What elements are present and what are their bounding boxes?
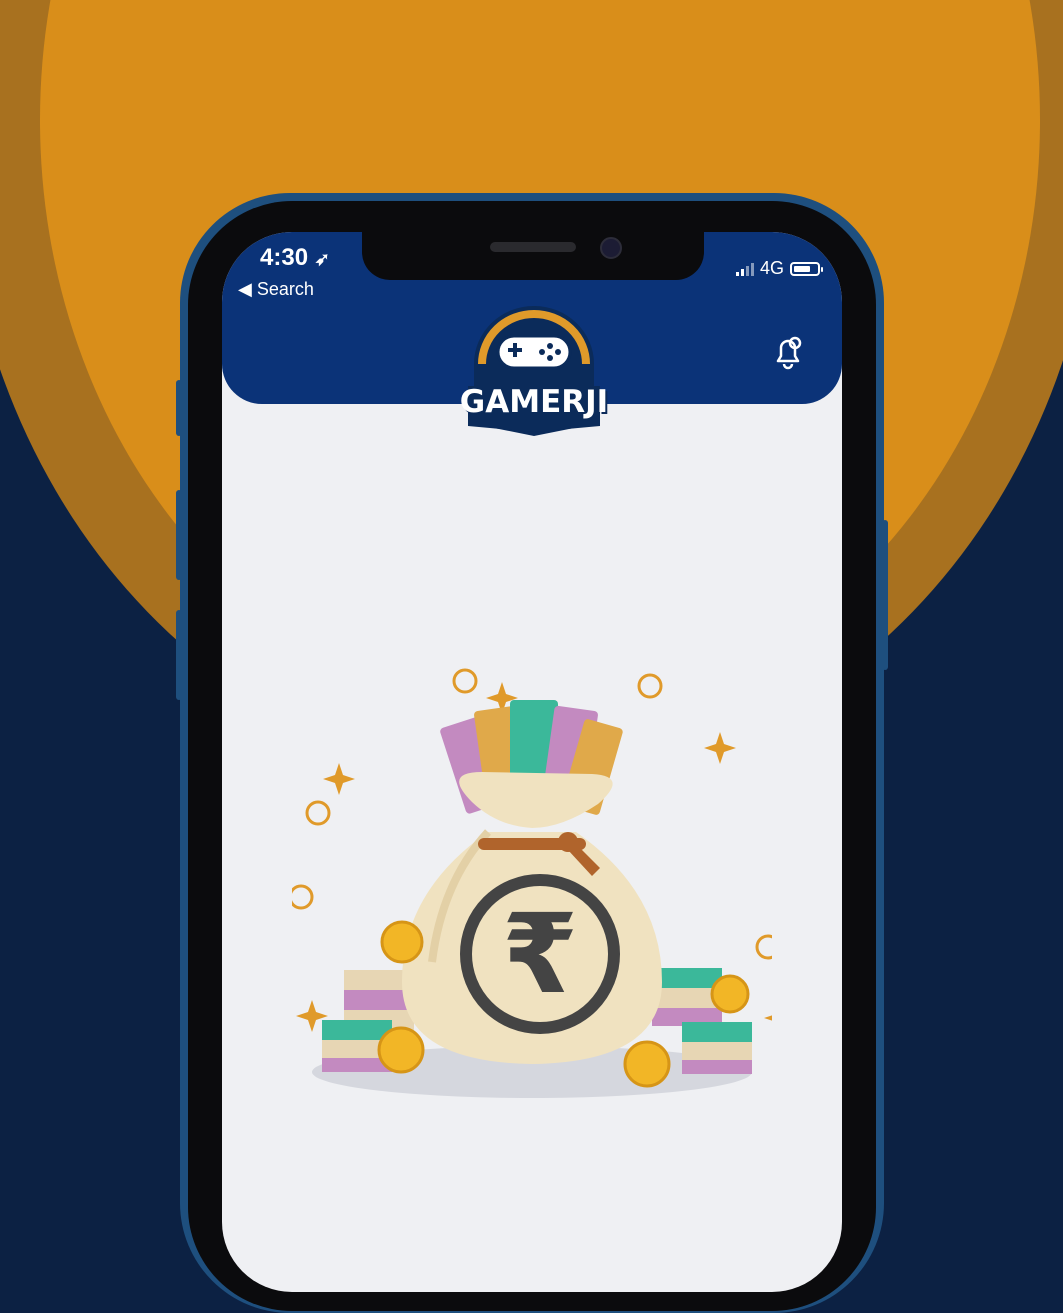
- bell-icon[interactable]: [768, 332, 808, 372]
- rupee-symbol: ₹: [502, 890, 579, 1018]
- network-label: 4G: [759, 258, 784, 278]
- app-screen: 4:30 ➶ ◀ Search 4G GAMERJI ₹: [222, 232, 842, 1292]
- status-indicators: 4G: [735, 258, 823, 279]
- phone-notch: [362, 232, 704, 280]
- location-arrow-icon: ➶: [314, 249, 330, 269]
- front-camera: [600, 237, 622, 259]
- battery-icon: [790, 261, 823, 276]
- back-to-search-link[interactable]: ◀ Search: [238, 279, 314, 300]
- money-bag-rupee-icon: ₹: [292, 668, 772, 1098]
- signal-icon: [735, 262, 754, 276]
- gamerji-logo: GAMERJI: [446, 304, 622, 436]
- speaker-grille: [490, 242, 576, 252]
- status-time: 4:30 ➶: [260, 244, 330, 271]
- logo-text: GAMERJI: [459, 384, 609, 420]
